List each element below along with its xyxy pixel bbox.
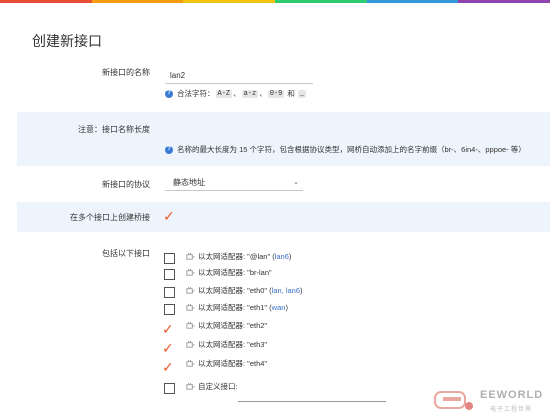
ethernet-adapter-icon bbox=[186, 382, 195, 391]
hint-code: 0-9 bbox=[267, 89, 285, 98]
color-stripe bbox=[366, 0, 459, 3]
interface-item[interactable]: 自定义接口: bbox=[186, 381, 238, 392]
interface-checkbox-checked[interactable]: ✓ bbox=[162, 360, 174, 374]
interface-item[interactable]: 以太网适配器: "br-lan" bbox=[186, 267, 272, 278]
bridge-checkbox[interactable]: ✓ bbox=[163, 209, 175, 223]
hint-prefix: 合法字符： bbox=[177, 89, 215, 98]
bridge-label: 在多个接口上创建桥接 bbox=[70, 213, 150, 222]
interface-name-wrap bbox=[165, 65, 313, 84]
interface-label: 以太网适配器: "eth0" ( bbox=[198, 286, 272, 295]
network-link[interactable]: lan6 bbox=[275, 252, 289, 261]
note-text-wrap: 名称的最大长度为 15 个字符，包含根据协议类型，网桥自动添加上的名字前缀（br… bbox=[165, 144, 526, 155]
color-stripe bbox=[0, 0, 92, 3]
interface-item[interactable]: 以太网适配器: "eth1" (wan) bbox=[186, 302, 288, 313]
info-icon bbox=[165, 145, 173, 154]
eeworld-watermark: EEWORLD 电子工程世界 bbox=[427, 386, 547, 416]
include-label: 包括以下接口 bbox=[102, 249, 150, 258]
interface-label: 以太网适配器: "br-lan" bbox=[198, 268, 272, 277]
watermark-brand: EEWORLD bbox=[480, 389, 544, 401]
note-row: 注意：接口名称长度 bbox=[17, 112, 550, 166]
interface-checkbox[interactable] bbox=[164, 253, 175, 264]
chevron-down-icon: ⌄ bbox=[293, 179, 299, 186]
interface-item[interactable]: 以太网适配器: "eth0" (lan, lan6) bbox=[186, 285, 303, 296]
interface-checkbox[interactable] bbox=[164, 287, 175, 298]
protocol-value: 静态地址 bbox=[173, 178, 205, 187]
hint-sep: 、 bbox=[259, 89, 267, 98]
interface-checkbox-checked[interactable]: ✓ bbox=[162, 322, 174, 336]
interface-label: 以太网适配器: "eth2" bbox=[198, 321, 268, 330]
interface-name-input[interactable] bbox=[165, 68, 313, 83]
color-stripe bbox=[458, 0, 550, 3]
interface-checkbox[interactable] bbox=[164, 383, 175, 394]
interface-item[interactable]: 以太网适配器: "eth4" bbox=[186, 358, 267, 369]
network-link[interactable]: lan, lan6 bbox=[272, 286, 300, 295]
top-color-bar bbox=[0, 0, 550, 3]
hint-code: a-z bbox=[241, 89, 259, 98]
ethernet-adapter-icon bbox=[186, 340, 195, 349]
interface-item[interactable]: 以太网适配器: "eth3" bbox=[186, 339, 267, 350]
network-link[interactable]: wan bbox=[272, 303, 286, 312]
hint-and: 和 bbox=[287, 89, 295, 98]
interface-item[interactable]: 以太网适配器: "@lan" (lan6) bbox=[186, 251, 291, 262]
ethernet-adapter-icon bbox=[186, 252, 195, 261]
interface-label: 以太网适配器: "eth4" bbox=[198, 359, 268, 368]
interface-checkbox-checked[interactable]: ✓ bbox=[162, 341, 174, 355]
eeworld-logo-icon bbox=[434, 391, 473, 410]
hint-code: A-Z bbox=[215, 89, 233, 98]
ethernet-adapter-icon bbox=[186, 359, 195, 368]
hint-code: _ bbox=[297, 89, 307, 98]
protocol-select[interactable]: 静态地址 ⌄ bbox=[165, 175, 303, 191]
interface-label-suffix: ) bbox=[285, 303, 288, 312]
ethernet-adapter-icon bbox=[186, 268, 195, 277]
interface-item[interactable]: 以太网适配器: "eth2" bbox=[186, 320, 267, 331]
bridge-row: 在多个接口上创建桥接 bbox=[17, 202, 550, 232]
interface-label: 以太网适配器: "eth3" bbox=[198, 340, 268, 349]
name-label: 新接口的名称 bbox=[102, 68, 150, 77]
interface-label-suffix: ) bbox=[288, 252, 292, 261]
color-stripe bbox=[91, 0, 184, 3]
color-stripe bbox=[275, 0, 367, 3]
hint-sep: 、 bbox=[233, 89, 241, 98]
interface-checkbox[interactable] bbox=[164, 269, 175, 280]
interface-label: 以太网适配器: "@lan" ( bbox=[198, 252, 275, 261]
page-title: 创建新接口 bbox=[32, 33, 102, 49]
color-stripe bbox=[183, 0, 276, 3]
ethernet-adapter-icon bbox=[186, 303, 195, 312]
ethernet-adapter-icon bbox=[186, 321, 195, 330]
note-text: 名称的最大长度为 15 个字符，包含根据协议类型，网桥自动添加上的名字前缀（br… bbox=[177, 145, 526, 154]
watermark-sub: 电子工程世界 bbox=[490, 407, 533, 413]
ethernet-adapter-icon bbox=[186, 286, 195, 295]
interface-label-suffix: ) bbox=[300, 286, 303, 295]
info-icon bbox=[165, 89, 173, 98]
note-label: 注意：接口名称长度 bbox=[78, 125, 150, 134]
interface-checkbox[interactable] bbox=[164, 304, 175, 315]
interface-label: 以太网适配器: "eth1" ( bbox=[198, 303, 272, 312]
name-hint: 合法字符： A-Z、 a-z、 0-9 和 _ bbox=[165, 88, 307, 99]
interface-label: 自定义接口: bbox=[198, 382, 238, 391]
custom-interface-input[interactable] bbox=[238, 393, 386, 402]
protocol-label: 新接口的协议 bbox=[102, 180, 150, 189]
